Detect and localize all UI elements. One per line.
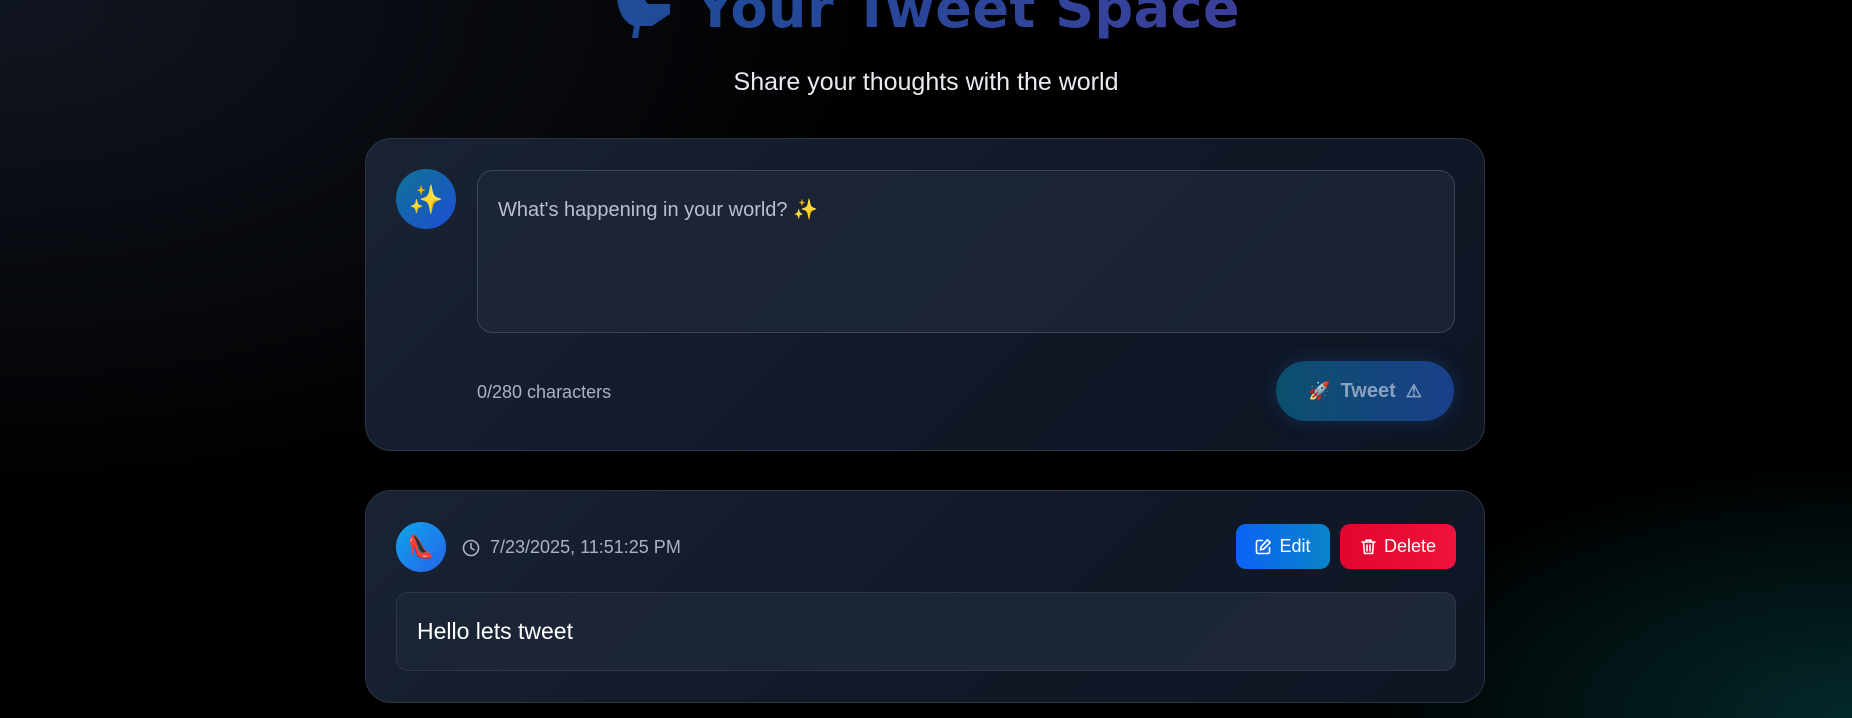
- rocket-icon: 🚀: [1308, 380, 1331, 401]
- tweet-button-label: Tweet: [1340, 379, 1396, 402]
- edit-button-label: Edit: [1279, 536, 1311, 556]
- timestamp-text: 7/23/2025, 11:51:25 PM: [490, 537, 681, 557]
- tweet-composer: ✨ 0/280 characters 🚀 Tweet ⚠: [365, 138, 1485, 451]
- character-counter: 0/280 characters: [477, 382, 612, 402]
- page-subtitle: Share your thoughts with the world: [733, 68, 1119, 96]
- edit-button[interactable]: Edit: [1236, 524, 1330, 569]
- trash-icon: [1361, 539, 1376, 555]
- tweet-card: 👠 7/23/2025, 11:51:25 PM Edit Delete Hel…: [365, 490, 1485, 703]
- tweet-timestamp: 7/23/2025, 11:51:25 PM: [462, 537, 681, 558]
- tweet-input[interactable]: [477, 170, 1455, 333]
- composer-avatar: ✨: [396, 169, 456, 229]
- title-row: Your Tweet Space: [0, 0, 1852, 40]
- warning-icon: ⚠: [1405, 380, 1422, 401]
- tweet-button[interactable]: 🚀 Tweet ⚠: [1276, 361, 1454, 421]
- edit-icon: [1256, 539, 1272, 555]
- delete-button-label: Delete: [1383, 536, 1437, 556]
- tweet-content: Hello lets tweet: [396, 592, 1456, 671]
- delete-button[interactable]: Delete: [1340, 524, 1456, 569]
- clock-icon: [462, 539, 480, 557]
- bird-icon: [612, 0, 674, 40]
- page-title: Your Tweet Space: [696, 0, 1240, 40]
- tweet-avatar: 👠: [396, 522, 446, 572]
